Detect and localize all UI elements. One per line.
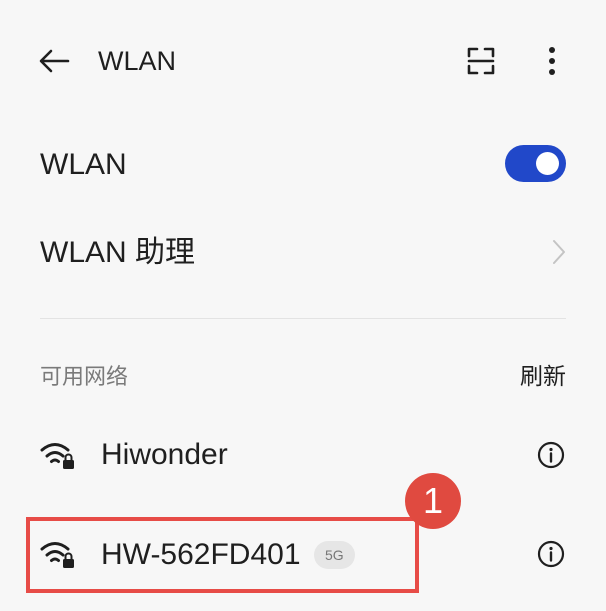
chevron-right-icon[interactable] [551, 238, 567, 266]
page-title: WLAN [98, 46, 177, 76]
step-marker: 1 [405, 473, 461, 529]
wifi-lock-icon [40, 441, 76, 471]
network-name[interactable]: Hiwonder [101, 437, 228, 473]
back-arrow-icon[interactable] [36, 44, 72, 78]
highlight-box [26, 517, 419, 593]
refresh-button[interactable]: 刷新 [520, 362, 566, 390]
toggle-knob [536, 152, 559, 175]
scan-qr-icon[interactable] [466, 45, 496, 77]
info-icon[interactable] [537, 441, 565, 469]
wlan-toggle-switch[interactable] [505, 145, 566, 182]
info-icon[interactable] [537, 540, 565, 568]
more-vertical-icon[interactable] [540, 44, 564, 78]
available-networks-label: 可用网络 [40, 364, 129, 389]
wlan-toggle-label: WLAN [40, 148, 127, 181]
divider [40, 318, 566, 319]
wlan-assistant-label[interactable]: WLAN 助理 [40, 235, 195, 271]
